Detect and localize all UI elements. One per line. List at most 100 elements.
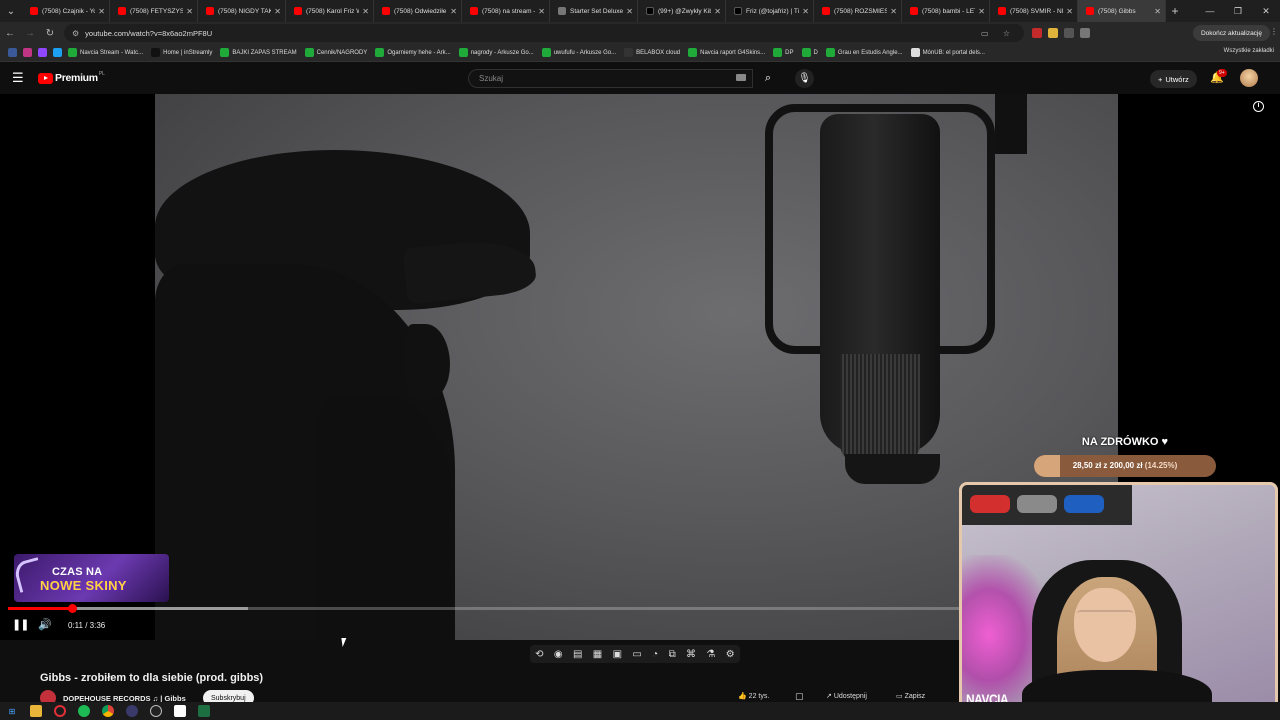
browser-tab[interactable]: (7508) ROZŚMIESZ ✕ — [814, 0, 902, 22]
update-button[interactable]: Dokończ aktualizację — [1192, 25, 1270, 41]
create-button[interactable]: + Utwórz — [1150, 70, 1197, 88]
opera-icon[interactable] — [54, 705, 66, 717]
lab-icon[interactable]: ⚗ — [706, 649, 715, 660]
menu-icon[interactable]: ⋮ — [1270, 27, 1278, 36]
tab-close-icon[interactable]: ✕ — [98, 7, 105, 16]
tab-close-icon[interactable]: ✕ — [186, 7, 193, 16]
tab-close-icon[interactable]: ✕ — [802, 7, 809, 16]
bookmark-item[interactable]: Grau en Estudis Angle... — [825, 48, 903, 57]
filter-icon[interactable]: ▤ — [573, 649, 582, 660]
mini-player-icon[interactable]: ▭ — [632, 649, 641, 660]
bookmark-item[interactable]: nagrody - Arkusze Go... — [458, 48, 534, 57]
chrome-icon[interactable] — [102, 705, 114, 717]
bookmark-item[interactable]: Navcia raport G4Skins... — [688, 48, 765, 57]
address-bar[interactable]: ⚙ youtube.com/watch?v=8x6ao2mPF8U ▭ ☆ — [64, 24, 1024, 42]
popup-icon[interactable]: ⧉ — [669, 649, 676, 660]
restore-icon[interactable]: ❐ — [1224, 0, 1252, 22]
share-button[interactable]: ↗ Udostępnij — [826, 692, 867, 700]
tab-close-icon[interactable]: ✕ — [538, 7, 545, 16]
spotify-icon[interactable] — [78, 705, 90, 717]
loop-icon[interactable]: ⟲ — [535, 649, 543, 660]
pip-icon[interactable]: ▣ — [613, 649, 622, 660]
tab-close-icon[interactable]: ✕ — [714, 7, 721, 16]
close-window-icon[interactable]: ✕ — [1252, 0, 1280, 22]
tab-close-icon[interactable]: ✕ — [450, 7, 457, 16]
search-icon[interactable]: ⌕ — [753, 69, 783, 88]
x-icon[interactable] — [53, 48, 62, 57]
bookmark-item[interactable]: BAJKI ZAPAS STREAM — [220, 48, 297, 57]
screenshot-icon[interactable]: ⌘ — [686, 649, 696, 660]
pause-icon[interactable]: ❚❚ — [12, 618, 29, 631]
twitch-icon[interactable] — [38, 48, 47, 57]
browser-tab[interactable]: (7508) Gibbs ✕ — [1078, 0, 1166, 22]
bookmark-item[interactable]: D — [801, 48, 818, 57]
tab-close-icon[interactable]: ✕ — [978, 7, 985, 16]
speed-icon[interactable]: ◔ — [652, 649, 658, 660]
bookmark-item[interactable]: BELABOX cloud — [624, 48, 680, 57]
audio-icon[interactable]: ◉ — [554, 649, 563, 660]
bookmark-icon — [688, 48, 698, 57]
browser-tab[interactable]: (7508) Czajnik - Yo ✕ — [22, 0, 110, 22]
extension-icon[interactable] — [1032, 28, 1042, 38]
tab-close-icon[interactable]: ✕ — [626, 7, 633, 16]
all-bookmarks-button[interactable]: Wszystkie zakładki — [1224, 48, 1274, 54]
dislike-icon[interactable]: ▢ — [795, 691, 804, 702]
facebook-icon[interactable] — [8, 48, 17, 57]
extension-icon[interactable] — [1064, 28, 1074, 38]
browser-tab[interactable]: Friz (@tojafriz) | Tik ✕ — [726, 0, 814, 22]
bookmark-item[interactable]: Home | inStreamly — [151, 48, 212, 57]
tab-close-icon[interactable]: ✕ — [1154, 7, 1161, 16]
back-icon[interactable]: ← — [0, 28, 20, 39]
notion-icon[interactable] — [174, 705, 186, 717]
bookmark-item[interactable]: MónUB: el portal dels... — [910, 48, 985, 57]
settings-icon[interactable]: ⚙ — [726, 649, 735, 660]
new-tab-button[interactable]: + — [1166, 4, 1184, 18]
extension-icon[interactable] — [1048, 28, 1058, 38]
info-icon[interactable]: i — [1253, 101, 1264, 112]
volume-icon[interactable]: 🔊 — [38, 618, 52, 631]
puzzle-icon[interactable] — [1080, 28, 1090, 38]
browser-tab[interactable]: (7508) FETYSZYSTA✕ — [110, 0, 198, 22]
youtube-logo[interactable]: Premium PL — [38, 71, 105, 84]
youtube-icon — [910, 7, 918, 15]
save-button[interactable]: ▭ Zapisz — [896, 692, 925, 700]
browser-tab[interactable]: (7508) Karol Friz W ✕ — [286, 0, 374, 22]
tab-close-icon[interactable]: ✕ — [1066, 7, 1073, 16]
like-button[interactable]: 👍 22 tys. — [738, 692, 769, 700]
minimize-icon[interactable]: — — [1196, 0, 1224, 22]
hamburger-menu-icon[interactable]: ☰ — [12, 70, 24, 86]
browser-tab[interactable]: (7508) bambi - LET ✕ — [902, 0, 990, 22]
instagram-icon[interactable] — [23, 48, 32, 57]
bookmark-item[interactable]: Cennik/NAGRODY — [304, 48, 367, 57]
search-input[interactable]: Szukaj — [468, 69, 753, 88]
obs-icon[interactable] — [126, 705, 138, 717]
excel-icon[interactable] — [198, 705, 210, 717]
tab-search-icon[interactable]: ⌄ — [0, 0, 22, 22]
cinema-icon[interactable]: ▦ — [593, 649, 602, 660]
bookmark-item[interactable]: Ogarniemy hehe - Ark... — [375, 48, 451, 57]
browser-icon[interactable] — [150, 705, 162, 717]
tab-close-icon[interactable]: ✕ — [890, 7, 897, 16]
progress-scrubber[interactable] — [68, 604, 78, 613]
avatar[interactable] — [1240, 69, 1258, 87]
microphone-icon[interactable]: 🎙 — [795, 69, 814, 88]
windows-start-icon[interactable]: ⊞ — [6, 705, 18, 717]
tab-close-icon[interactable]: ✕ — [362, 7, 369, 16]
bookmark-item[interactable]: uwufufu - Arkusze Go... — [541, 48, 616, 57]
donation-goal-bar: 28,50 zł z 200,00 zł (14.25%) — [1034, 455, 1216, 477]
reload-icon[interactable]: ↻ — [40, 28, 60, 39]
bookmark-star-icon[interactable]: ▭ ☆ — [981, 29, 1016, 38]
browser-tab[interactable]: Starter Set Deluxe ✕ — [550, 0, 638, 22]
bookmark-item[interactable]: Navcia Stream - Watc... — [68, 48, 143, 57]
browser-tab[interactable]: (7508) Odwiedziłe ✕ — [374, 0, 462, 22]
tab-close-icon[interactable]: ✕ — [274, 7, 281, 16]
file-explorer-icon[interactable] — [30, 705, 42, 717]
browser-tab[interactable]: (7508) SVMIR - NIE ✕ — [990, 0, 1078, 22]
browser-tab[interactable]: (7508) na stream - ✕ — [462, 0, 550, 22]
site-info-icon[interactable]: ⚙ — [72, 29, 79, 38]
forward-icon[interactable]: → — [20, 28, 40, 39]
browser-tab[interactable]: (7508) NIGDY TAK ✕ — [198, 0, 286, 22]
keyboard-icon[interactable] — [736, 74, 746, 81]
bookmark-item[interactable]: DP — [773, 48, 794, 57]
browser-tab[interactable]: (99+) @Zwykły Kib ✕ — [638, 0, 726, 22]
